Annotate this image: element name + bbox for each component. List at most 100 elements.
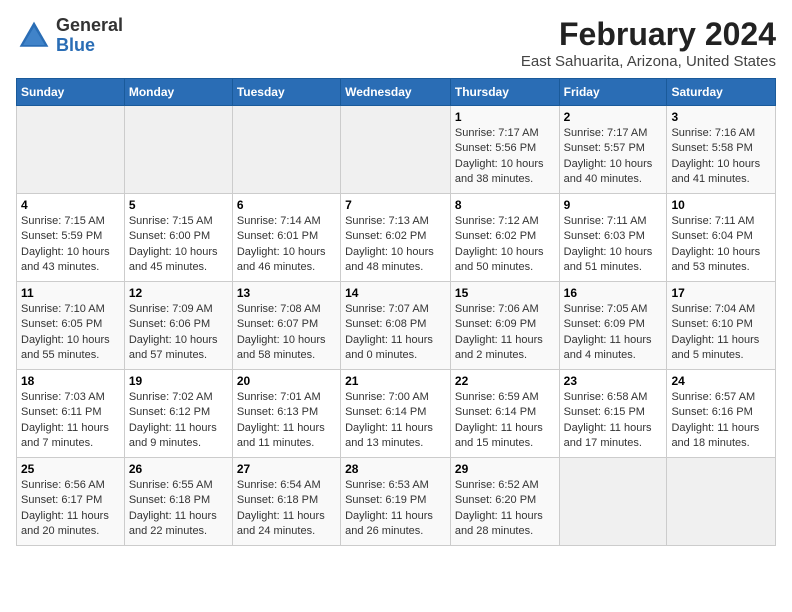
day-number: 20 [237, 374, 336, 388]
weekday-header: Wednesday [341, 79, 451, 106]
calendar-cell [559, 458, 667, 546]
day-info: Sunrise: 7:12 AM Sunset: 6:02 PM Dayligh… [455, 214, 555, 276]
day-info: Sunrise: 7:04 AM Sunset: 6:10 PM Dayligh… [671, 302, 771, 364]
day-info: Sunrise: 7:02 AM Sunset: 6:12 PM Dayligh… [129, 390, 228, 452]
day-info: Sunrise: 6:58 AM Sunset: 6:15 PM Dayligh… [564, 390, 663, 452]
day-info: Sunrise: 6:55 AM Sunset: 6:18 PM Dayligh… [129, 478, 228, 540]
page-header: General Blue February 2024 East Sahuarit… [16, 16, 776, 70]
calendar-cell: 28Sunrise: 6:53 AM Sunset: 6:19 PM Dayli… [341, 458, 451, 546]
calendar-cell: 14 Sunrise: 7:07 AM Sunset: 6:08 PM Dayli… [341, 282, 451, 370]
day-info: Sunrise: 7:15 AM Sunset: 5:59 PM Dayligh… [21, 214, 120, 276]
calendar-cell: 18 Sunrise: 7:03 AM Sunset: 6:11 PM Dayli… [17, 370, 125, 458]
calendar-cell: 24 Sunrise: 6:57 AM Sunset: 6:16 PM Dayli… [667, 370, 776, 458]
day-info: Sunrise: 7:08 AM Sunset: 6:07 PM Dayligh… [237, 302, 336, 364]
day-number: 3 [671, 110, 771, 124]
page-title: February 2024 [521, 16, 776, 53]
day-info: Sunrise: 7:14 AM Sunset: 6:01 PM Dayligh… [237, 214, 336, 276]
day-number: 24 [671, 374, 771, 388]
calendar-cell: 7 Sunrise: 7:13 AM Sunset: 6:02 PM Daylig… [341, 194, 451, 282]
day-number: 11 [21, 286, 120, 300]
day-info: Sunrise: 7:13 AM Sunset: 6:02 PM Dayligh… [345, 214, 446, 276]
calendar-cell: 12 Sunrise: 7:09 AM Sunset: 6:06 PM Dayli… [124, 282, 232, 370]
calendar-cell: 1Sunrise: 7:17 AM Sunset: 5:56 PM Daylig… [450, 106, 559, 194]
day-info: Sunrise: 6:57 AM Sunset: 6:16 PM Dayligh… [671, 390, 771, 452]
calendar-cell: 22 Sunrise: 6:59 AM Sunset: 6:14 PM Dayli… [450, 370, 559, 458]
weekday-header: Friday [559, 79, 667, 106]
day-info: Sunrise: 6:54 AM Sunset: 6:18 PM Dayligh… [237, 478, 336, 540]
day-info: Sunrise: 7:11 AM Sunset: 6:03 PM Dayligh… [564, 214, 663, 276]
day-number: 22 [455, 374, 555, 388]
calendar-cell: 3 Sunrise: 7:16 AM Sunset: 5:58 PM Daylig… [667, 106, 776, 194]
day-number: 9 [564, 198, 663, 212]
weekday-header: Sunday [17, 79, 125, 106]
calendar-cell: 8Sunrise: 7:12 AM Sunset: 6:02 PM Daylig… [450, 194, 559, 282]
calendar-cell: 21Sunrise: 7:00 AM Sunset: 6:14 PM Dayli… [341, 370, 451, 458]
logo-icon [16, 18, 52, 54]
calendar-cell: 26 Sunrise: 6:55 AM Sunset: 6:18 PM Dayli… [124, 458, 232, 546]
logo-text: General Blue [56, 16, 123, 56]
day-number: 29 [455, 462, 555, 476]
calendar-week-row: 11 Sunrise: 7:10 AM Sunset: 6:05 PM Dayli… [17, 282, 776, 370]
calendar-cell: 4 Sunrise: 7:15 AM Sunset: 5:59 PM Daylig… [17, 194, 125, 282]
day-info: Sunrise: 6:53 AM Sunset: 6:19 PM Dayligh… [345, 478, 446, 540]
day-number: 26 [129, 462, 228, 476]
day-info: Sunrise: 7:16 AM Sunset: 5:58 PM Dayligh… [671, 126, 771, 188]
day-number: 25 [21, 462, 120, 476]
calendar-cell [341, 106, 451, 194]
day-number: 14 [345, 286, 446, 300]
weekday-header: Thursday [450, 79, 559, 106]
day-number: 27 [237, 462, 336, 476]
day-info: Sunrise: 7:06 AM Sunset: 6:09 PM Dayligh… [455, 302, 555, 364]
calendar-cell: 16 Sunrise: 7:05 AM Sunset: 6:09 PM Dayli… [559, 282, 667, 370]
calendar-cell: 15 Sunrise: 7:06 AM Sunset: 6:09 PM Dayli… [450, 282, 559, 370]
calendar-cell: 9 Sunrise: 7:11 AM Sunset: 6:03 PM Daylig… [559, 194, 667, 282]
title-area: February 2024 East Sahuarita, Arizona, U… [521, 16, 776, 70]
day-number: 4 [21, 198, 120, 212]
calendar-cell [232, 106, 340, 194]
day-info: Sunrise: 7:15 AM Sunset: 6:00 PM Dayligh… [129, 214, 228, 276]
calendar-cell [124, 106, 232, 194]
day-number: 16 [564, 286, 663, 300]
day-info: Sunrise: 6:59 AM Sunset: 6:14 PM Dayligh… [455, 390, 555, 452]
logo: General Blue [16, 16, 123, 56]
day-info: Sunrise: 7:09 AM Sunset: 6:06 PM Dayligh… [129, 302, 228, 364]
day-number: 6 [237, 198, 336, 212]
day-info: Sunrise: 7:01 AM Sunset: 6:13 PM Dayligh… [237, 390, 336, 452]
calendar-cell: 25Sunrise: 6:56 AM Sunset: 6:17 PM Dayli… [17, 458, 125, 546]
weekday-header: Monday [124, 79, 232, 106]
calendar-cell: 23 Sunrise: 6:58 AM Sunset: 6:15 PM Dayli… [559, 370, 667, 458]
day-number: 15 [455, 286, 555, 300]
calendar-cell: 6 Sunrise: 7:14 AM Sunset: 6:01 PM Daylig… [232, 194, 340, 282]
calendar-week-row: 18 Sunrise: 7:03 AM Sunset: 6:11 PM Dayli… [17, 370, 776, 458]
day-number: 18 [21, 374, 120, 388]
calendar-cell [17, 106, 125, 194]
day-number: 23 [564, 374, 663, 388]
calendar-cell: 2Sunrise: 7:17 AM Sunset: 5:57 PM Daylig… [559, 106, 667, 194]
day-number: 7 [345, 198, 446, 212]
weekday-header-row: SundayMondayTuesdayWednesdayThursdayFrid… [17, 79, 776, 106]
calendar-cell: 27 Sunrise: 6:54 AM Sunset: 6:18 PM Dayli… [232, 458, 340, 546]
day-number: 1 [455, 110, 555, 124]
logo-blue: Blue [56, 36, 123, 56]
page-subtitle: East Sahuarita, Arizona, United States [521, 53, 776, 70]
day-info: Sunrise: 7:11 AM Sunset: 6:04 PM Dayligh… [671, 214, 771, 276]
calendar-cell: 20 Sunrise: 7:01 AM Sunset: 6:13 PM Dayli… [232, 370, 340, 458]
day-number: 12 [129, 286, 228, 300]
day-number: 10 [671, 198, 771, 212]
calendar-table: SundayMondayTuesdayWednesdayThursdayFrid… [16, 78, 776, 546]
calendar-week-row: 25Sunrise: 6:56 AM Sunset: 6:17 PM Dayli… [17, 458, 776, 546]
day-info: Sunrise: 7:03 AM Sunset: 6:11 PM Dayligh… [21, 390, 120, 452]
calendar-cell: 19 Sunrise: 7:02 AM Sunset: 6:12 PM Dayli… [124, 370, 232, 458]
day-number: 19 [129, 374, 228, 388]
day-number: 21 [345, 374, 446, 388]
weekday-header: Tuesday [232, 79, 340, 106]
day-info: Sunrise: 7:10 AM Sunset: 6:05 PM Dayligh… [21, 302, 120, 364]
day-info: Sunrise: 7:05 AM Sunset: 6:09 PM Dayligh… [564, 302, 663, 364]
day-number: 13 [237, 286, 336, 300]
calendar-cell [667, 458, 776, 546]
calendar-cell: 5Sunrise: 7:15 AM Sunset: 6:00 PM Daylig… [124, 194, 232, 282]
calendar-cell: 13 Sunrise: 7:08 AM Sunset: 6:07 PM Dayli… [232, 282, 340, 370]
weekday-header: Saturday [667, 79, 776, 106]
day-info: Sunrise: 7:07 AM Sunset: 6:08 PM Dayligh… [345, 302, 446, 364]
day-info: Sunrise: 7:17 AM Sunset: 5:57 PM Dayligh… [564, 126, 663, 188]
